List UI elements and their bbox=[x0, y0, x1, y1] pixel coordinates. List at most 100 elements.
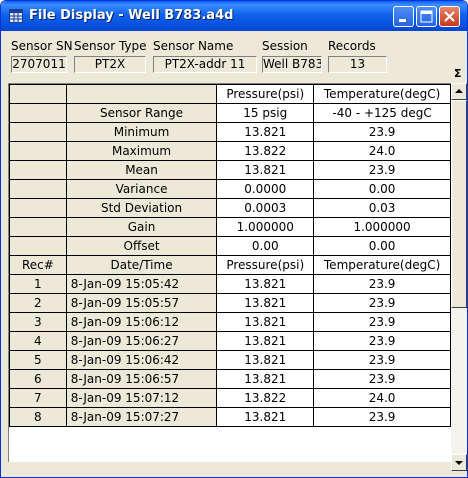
close-button[interactable] bbox=[439, 6, 460, 27]
table-cell: 13.821 bbox=[216, 160, 315, 180]
scroll-up-icon bbox=[455, 89, 463, 93]
sigma-indicator: Σ bbox=[454, 67, 462, 80]
table-cell: 1.000000 bbox=[313, 217, 451, 237]
data-table: Pressure(psi) Temperature(degC) Sensor Ran… bbox=[9, 84, 451, 427]
records-value: 13 bbox=[328, 56, 387, 73]
stats-row: Minimum 13.821 23.9 bbox=[9, 122, 451, 142]
table-cell: 0.0003 bbox=[216, 198, 315, 218]
table-cell: 3 bbox=[9, 312, 67, 332]
column-header: Temperature(degC) bbox=[313, 255, 451, 275]
table-cell: 1 bbox=[9, 274, 67, 294]
title-bar[interactable]: File Display - Well B783.a4d bbox=[1, 1, 467, 31]
table-cell bbox=[9, 122, 67, 142]
table-cell: 23.9 bbox=[313, 407, 451, 427]
table-cell: 15 psig bbox=[216, 103, 315, 123]
sensor-name-value: PT2X-addr 11 bbox=[153, 56, 257, 73]
table-cell: 0.00 bbox=[216, 236, 315, 256]
file-display-window: File Display - Well B783.a4d Sensor SN S… bbox=[0, 0, 468, 478]
column-header bbox=[9, 84, 67, 104]
table-cell: Gain bbox=[65, 217, 218, 237]
table-cell: Minimum bbox=[65, 122, 218, 142]
table-cell: 23.9 bbox=[313, 274, 451, 294]
table-cell: 8-Jan-09 15:06:42 bbox=[65, 350, 218, 370]
table-row: 4 8-Jan-09 15:06:27 13.821 23.9 bbox=[9, 331, 451, 351]
table-cell: 5 bbox=[9, 350, 67, 370]
table-cell: 8-Jan-09 15:05:57 bbox=[65, 293, 218, 313]
sensor-type-value: PT2X bbox=[74, 56, 146, 73]
close-icon bbox=[444, 11, 455, 22]
stats-row: Variance 0.0000 0.00 bbox=[9, 179, 451, 199]
table-cell: 8-Jan-09 15:06:12 bbox=[65, 312, 218, 332]
stats-header-row: Pressure(psi) Temperature(degC) bbox=[9, 84, 451, 104]
table-cell bbox=[9, 103, 67, 123]
table-cell: 13.822 bbox=[216, 141, 315, 161]
window-title: File Display - Well B783.a4d bbox=[29, 8, 234, 23]
table-cell: 0.00 bbox=[313, 179, 451, 199]
vertical-scrollbar[interactable] bbox=[451, 83, 467, 471]
scroll-thumb[interactable] bbox=[451, 100, 467, 308]
grid-app-icon[interactable] bbox=[9, 9, 23, 23]
table-cell: 13.821 bbox=[216, 407, 315, 427]
table-cell: 23.9 bbox=[313, 331, 451, 351]
scroll-up-button[interactable] bbox=[451, 83, 467, 100]
table-row: 7 8-Jan-09 15:07:12 13.822 24.0 bbox=[9, 388, 451, 408]
table-cell: 8-Jan-09 15:06:57 bbox=[65, 369, 218, 389]
table-cell: 24.0 bbox=[313, 141, 451, 161]
table-cell: 8-Jan-09 15:06:27 bbox=[65, 331, 218, 351]
stats-row: Offset 0.00 0.00 bbox=[9, 236, 451, 256]
stats-row: Maximum 13.822 24.0 bbox=[9, 141, 451, 161]
data-grid[interactable]: Pressure(psi) Temperature(degC) Sensor Ran… bbox=[8, 83, 451, 463]
session-value: Well B783 bbox=[262, 56, 322, 73]
minimize-button[interactable] bbox=[393, 6, 414, 27]
table-cell: Std Deviation bbox=[65, 198, 218, 218]
horizontal-scrollbar[interactable] bbox=[8, 462, 450, 471]
records-header-row: Rec# Date/Time Pressure(psi) Temperature(de… bbox=[9, 255, 451, 275]
table-cell: 2 bbox=[9, 293, 67, 313]
table-cell: Mean bbox=[65, 160, 218, 180]
table-cell: 0.00 bbox=[313, 236, 451, 256]
minimize-icon bbox=[399, 19, 406, 22]
table-cell: 13.822 bbox=[216, 388, 315, 408]
table-cell: 13.821 bbox=[216, 369, 315, 389]
table-cell: 13.821 bbox=[216, 274, 315, 294]
table-cell: 24.0 bbox=[313, 388, 451, 408]
scroll-down-button[interactable] bbox=[451, 454, 467, 471]
table-row: 8 8-Jan-09 15:07:27 13.821 23.9 bbox=[9, 407, 451, 427]
table-cell: 8 bbox=[9, 407, 67, 427]
table-cell: Offset bbox=[65, 236, 218, 256]
sensor-sn-label: Sensor SN bbox=[11, 39, 73, 53]
table-cell bbox=[9, 179, 67, 199]
table-cell: 8-Jan-09 15:05:42 bbox=[65, 274, 218, 294]
stats-row: Gain 1.000000 1.000000 bbox=[9, 217, 451, 237]
table-cell: Sensor Range bbox=[65, 103, 218, 123]
session-label: Session bbox=[262, 39, 308, 53]
sensor-type-label: Sensor Type bbox=[74, 39, 147, 53]
table-cell bbox=[9, 198, 67, 218]
records-label: Records bbox=[328, 39, 376, 53]
table-cell: 23.9 bbox=[313, 160, 451, 180]
stats-row: Mean 13.821 23.9 bbox=[9, 160, 451, 180]
table-cell: 23.9 bbox=[313, 312, 451, 332]
column-header: Date/Time bbox=[65, 255, 218, 275]
table-row: 5 8-Jan-09 15:06:42 13.821 23.9 bbox=[9, 350, 451, 370]
table-cell: Maximum bbox=[65, 141, 218, 161]
stats-row: Sensor Range 15 psig -40 - +125 degC bbox=[9, 103, 451, 123]
table-row: 2 8-Jan-09 15:05:57 13.821 23.9 bbox=[9, 293, 451, 313]
table-cell bbox=[9, 141, 67, 161]
scroll-down-icon bbox=[455, 461, 463, 465]
table-row: 6 8-Jan-09 15:06:57 13.821 23.9 bbox=[9, 369, 451, 389]
table-cell: 23.9 bbox=[313, 293, 451, 313]
maximize-icon bbox=[420, 10, 433, 23]
column-header: Rec# bbox=[9, 255, 67, 275]
table-cell: 13.821 bbox=[216, 350, 315, 370]
table-row: 1 8-Jan-09 15:05:42 13.821 23.9 bbox=[9, 274, 451, 294]
table-cell bbox=[9, 160, 67, 180]
sensor-sn-value: 2707011 bbox=[11, 56, 67, 73]
column-header: Temperature(degC) bbox=[313, 84, 451, 104]
table-cell: 4 bbox=[9, 331, 67, 351]
maximize-button[interactable] bbox=[416, 6, 437, 27]
table-cell: 6 bbox=[9, 369, 67, 389]
table-cell: 13.821 bbox=[216, 331, 315, 351]
stats-row: Std Deviation 0.0003 0.03 bbox=[9, 198, 451, 218]
table-cell: 0.03 bbox=[313, 198, 451, 218]
